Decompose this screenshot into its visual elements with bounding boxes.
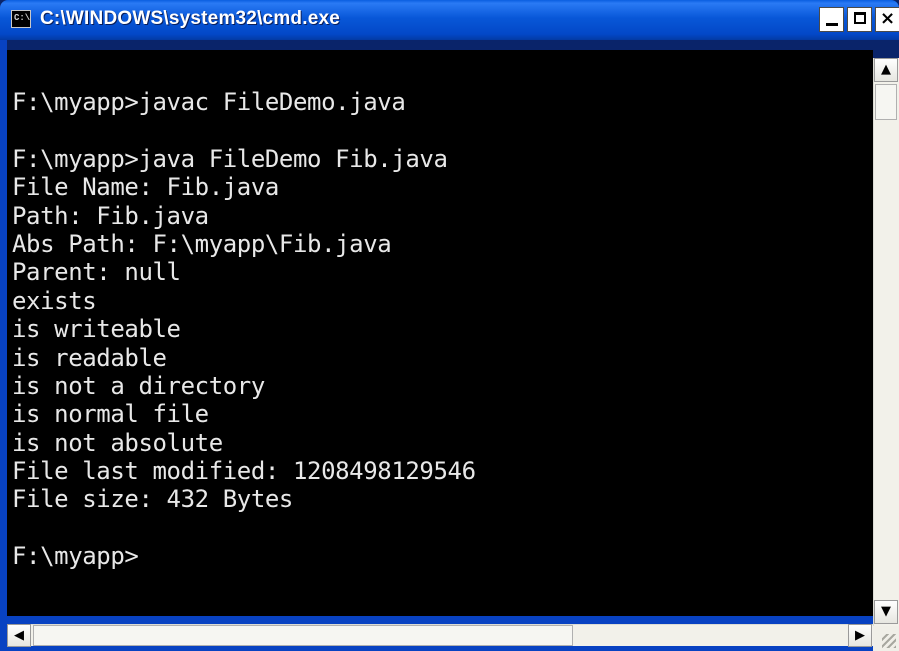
- horizontal-scroll-thumb[interactable]: [33, 625, 573, 646]
- console-line: is not a directory: [12, 371, 265, 400]
- maximize-icon: [853, 12, 866, 24]
- vertical-scrollbar[interactable]: ▲ ▼: [873, 58, 899, 626]
- console-line: File Name: Fib.java: [12, 173, 279, 202]
- arrow-right-icon: ▶: [855, 628, 865, 643]
- window-title: C:\WINDOWS\system32\cmd.exe: [40, 8, 340, 29]
- horizontal-scrollbar[interactable]: ◀ ▶: [7, 624, 873, 647]
- console-line: File size: 432 Bytes: [12, 485, 293, 514]
- minimize-icon: [825, 22, 838, 26]
- arrow-up-icon: ▲: [881, 62, 891, 77]
- scroll-left-button[interactable]: ◀: [7, 624, 31, 647]
- scroll-down-button[interactable]: ▼: [874, 600, 898, 624]
- console-line: Path: Fib.java: [12, 201, 209, 230]
- scroll-right-button[interactable]: ▶: [848, 624, 872, 647]
- cmd-app-icon[interactable]: C:\: [11, 10, 31, 28]
- console-line: F:\myapp>javac FileDemo.java: [12, 88, 406, 116]
- vertical-scroll-thumb[interactable]: [875, 84, 897, 120]
- resize-grip-icon[interactable]: [882, 634, 896, 648]
- title-bar[interactable]: C:\ C:\WINDOWS\system32\cmd.exe ×: [0, 0, 899, 40]
- console-lines: F:\myapp>javac FileDemo.java F:\myapp>ja…: [12, 88, 476, 571]
- console-line: exists: [12, 286, 97, 315]
- console-line: Parent: null: [12, 258, 181, 287]
- arrow-down-icon: ▼: [881, 604, 891, 619]
- close-icon: ×: [879, 8, 896, 29]
- cmd-window: C:\ C:\WINDOWS\system32\cmd.exe × F:\mya…: [0, 0, 899, 651]
- console-line: is writeable: [12, 315, 181, 344]
- window-frame-left: [0, 40, 7, 651]
- console-line: is normal file: [12, 400, 209, 429]
- console-output[interactable]: F:\myapp>javac FileDemo.java F:\myapp>ja…: [7, 50, 873, 616]
- console-line: F:\myapp>: [12, 542, 139, 571]
- scroll-up-button[interactable]: ▲: [874, 58, 898, 82]
- close-button[interactable]: ×: [875, 7, 899, 32]
- console-line: is not absolute: [12, 428, 223, 457]
- console-line: is readable: [12, 343, 167, 372]
- minimize-button[interactable]: [819, 7, 844, 32]
- console-line: F:\myapp>java FileDemo Fib.java: [12, 144, 448, 173]
- console-line: Abs Path: F:\myapp\Fib.java: [12, 229, 392, 258]
- resize-corner[interactable]: [873, 626, 899, 651]
- arrow-left-icon: ◀: [14, 628, 24, 643]
- console-line: File last modified: 1208498129546: [12, 457, 476, 486]
- maximize-button[interactable]: [847, 7, 872, 32]
